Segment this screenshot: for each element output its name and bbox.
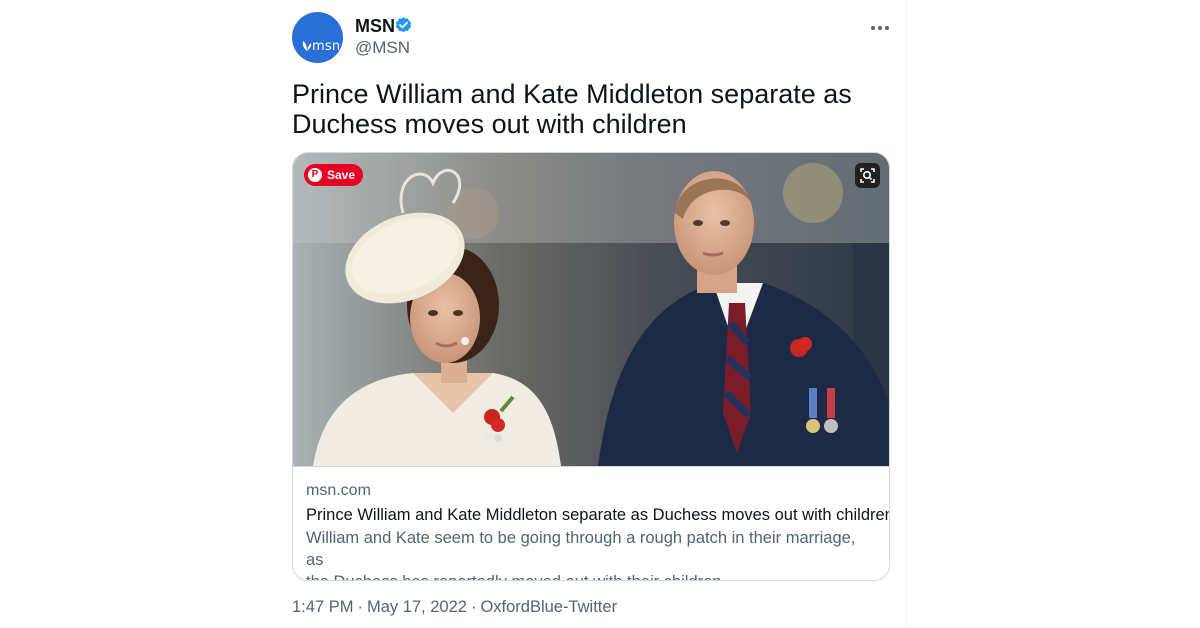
card-domain: msn.com	[306, 482, 371, 499]
tweet-source[interactable]: OxfordBlue-Twitter	[480, 598, 617, 616]
avatar-logo-text: msn	[312, 39, 341, 54]
card-body[interactable]: msn.com Prince William and Kate Middleto…	[293, 466, 890, 580]
tweet-time[interactable]: 1:47 PM	[292, 598, 353, 616]
more-dot	[878, 26, 882, 30]
tweet[interactable]: msn MSN @MSN Prince William and Kate Mid…	[292, 12, 890, 616]
meta-separator: ·	[357, 598, 363, 616]
tweet-header: msn MSN @MSN	[292, 12, 890, 64]
card-description-line2: the Duchess has reportedly moved out wit…	[306, 571, 876, 580]
verified-badge-icon	[395, 17, 412, 33]
more-dot	[885, 26, 889, 30]
meta-separator: ·	[470, 598, 477, 616]
more-dot	[871, 26, 875, 30]
visual-search-button[interactable]	[855, 163, 880, 188]
card-description-line1: William and Kate seem to be going throug…	[306, 529, 856, 569]
card-image[interactable]: P Save	[293, 153, 889, 466]
tweet-date[interactable]: May 17, 2022	[367, 598, 467, 616]
avatar[interactable]: msn	[292, 12, 343, 63]
link-preview-card[interactable]: P Save msn.com Prince William and Kate M…	[292, 152, 890, 581]
pinterest-icon: P	[308, 168, 322, 182]
tweet-meta: 1:47 PM · May 17, 2022 · OxfordBlue-Twitter	[292, 598, 617, 617]
visual-search-icon	[860, 168, 875, 183]
author-handle[interactable]: @MSN	[355, 38, 410, 58]
tweet-text: Prince William and Kate Middleton separa…	[292, 79, 852, 139]
author-display-name[interactable]: MSN	[355, 16, 395, 37]
more-options-button[interactable]	[868, 16, 892, 40]
card-title: Prince William and Kate Middleton separa…	[306, 506, 890, 524]
timeline-column-divider	[906, 0, 907, 628]
royal-couple-photo	[293, 153, 889, 466]
save-label: Save	[327, 168, 356, 182]
pinterest-save-button[interactable]: P Save	[304, 164, 364, 186]
